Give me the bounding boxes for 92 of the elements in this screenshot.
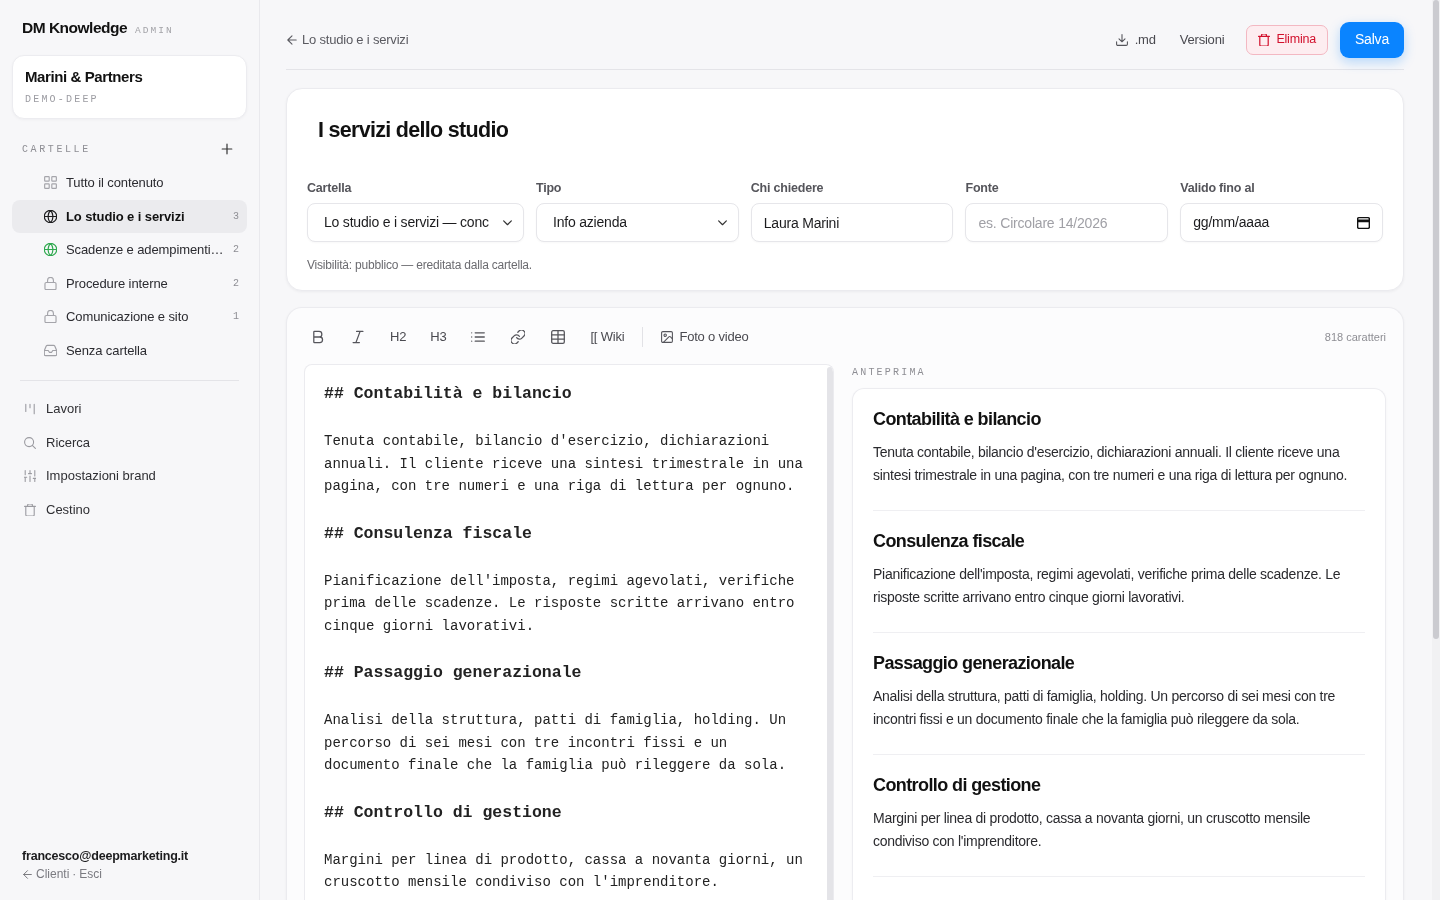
table-icon: [551, 330, 566, 344]
nav-item[interactable]: Ricerca: [12, 425, 247, 460]
grid-icon: [44, 176, 57, 190]
wiki-link-button[interactable]: [[ Wiki: [584, 323, 631, 351]
sliders-icon: [24, 470, 36, 483]
page-scrollbar[interactable]: [1432, 0, 1440, 900]
document-title: I servizi dello studio: [318, 117, 509, 143]
preview-paragraph: Analisi della struttura, patti di famiglia, holding. Un percorso di sei mesi con tre incontri fissi e un documento finale che la famiglia può rileggere da sola.: [873, 687, 1337, 729]
workspace-name: Marini & Partners: [25, 68, 143, 85]
nav-item[interactable]: Impostazioni brand: [12, 459, 247, 494]
back-link[interactable]: Lo studio e i servizi: [286, 29, 409, 50]
calendar-icon: [1357, 216, 1370, 229]
user-email: francesco@deepmarketing.it: [22, 849, 189, 863]
preview-heading: Passaggio generazionale: [873, 652, 1075, 675]
field-label: Chi chiedere: [750, 181, 824, 195]
folder-item[interactable]: Lo studio e i servizi 3: [12, 199, 247, 233]
download-icon: [1115, 33, 1128, 46]
character-count: 818 caratteri: [1324, 329, 1386, 345]
plus-icon: [221, 143, 233, 155]
delete-button[interactable]: Elimina: [1246, 24, 1328, 55]
media-button[interactable]: Foto o video: [655, 323, 755, 351]
section-label: CARTELLE: [22, 142, 91, 157]
image-icon: [661, 331, 674, 343]
add-folder-button[interactable]: [221, 143, 233, 155]
preview-label: ANTEPRIMA: [852, 367, 926, 378]
date-field[interactable]: gg/mm/aaaa: [1180, 203, 1383, 242]
role-label: ADMIN: [135, 24, 174, 38]
preview-paragraph: Margini per linea di prodotto, cassa a novanta giorni, un cruscotto mensile condiviso con l'imprenditore.: [873, 809, 1312, 851]
folder-item[interactable]: Senza cartella: [12, 333, 247, 367]
dropdown-field[interactable]: Info azienda: [535, 203, 739, 242]
bars-icon: [24, 402, 36, 415]
trash-icon: [1258, 33, 1271, 46]
globe-icon: [44, 209, 57, 223]
chevron-down-icon: [716, 217, 728, 228]
preview-paragraph: Pianificazione dell'imposta, regimi agevolati, verifiche prima delle scadenze. Le risposte scritte arrivano entro cinque giorni lavorativi.: [873, 565, 1342, 607]
lock-icon: [44, 276, 57, 290]
arrow-left-icon: [22, 868, 33, 880]
folder-item[interactable]: Scadenze e adempimenti… 2: [12, 233, 247, 267]
workspace-code: DEMO-DEEP: [25, 94, 99, 105]
field-label: Fonte: [965, 181, 999, 195]
markdown-heading: ## Passaggio generazionale: [324, 662, 582, 684]
heading-button[interactable]: H3: [424, 323, 453, 351]
folder-count: 3: [233, 209, 239, 224]
tray-icon: [44, 343, 57, 357]
folder-count: 1: [233, 310, 239, 325]
markdown-paragraph: Pianificazione dell'imposta, regimi agevolati, verifiche prima delle scadenze. Le risposte scritte arrivano entro cinque giorni lavorativi.: [324, 571, 796, 636]
markdown-paragraph: Tenuta contabile, bilancio d'esercizio, dichiarazioni annuali. Il cliente riceve una sintesi trimestrale in una pagina, con tre numeri e una riga di lettura per ognuno.: [324, 432, 804, 496]
markdown-paragraph: Analisi della struttura, patti di famiglia, holding. Un percorso di sei mesi con tre incontri fissi e un documento finale che la famiglia può rileggere da sola.: [324, 711, 788, 775]
trash-icon: [24, 503, 36, 516]
footer-link[interactable]: Clienti: [36, 865, 70, 883]
scrollbar-thumb[interactable]: [1433, 0, 1439, 639]
text-field[interactable]: es. Circolare 14/2026: [965, 203, 1169, 242]
link-separator: ·: [72, 866, 77, 883]
folder-item[interactable]: Procedure interne 2: [12, 266, 247, 300]
markdown-paragraph: Margini per linea di prodotto, cassa a novanta giorni, un cruscotto mensile condiviso con l'imprenditore.: [324, 850, 804, 892]
lock-icon: [44, 310, 57, 324]
bold-icon: [311, 330, 325, 344]
link-icon: [511, 330, 526, 344]
footer-link[interactable]: Esci: [79, 865, 103, 883]
markdown-heading: ## Consulenza fiscale: [324, 522, 532, 545]
preview-paragraph: Tenuta contabile, bilancio d'esercizio, dichiarazioni annuali. Il cliente riceve una sintesi trimestrale in una pagina, con tre numeri e una riga di lettura per ognuno.: [873, 443, 1349, 485]
markdown-editor[interactable]: [304, 364, 834, 900]
chevron-down-icon: [501, 217, 513, 228]
nav-item[interactable]: Lavori: [12, 392, 247, 426]
markdown-heading: ## Contabilità e bilancio: [324, 383, 572, 405]
italic-icon: [351, 330, 365, 344]
download-button[interactable]: .md: [1105, 24, 1166, 55]
field-label: Cartella: [307, 181, 352, 195]
app-name: DM Knowledge: [22, 18, 128, 38]
preview-heading: Controllo di gestione: [873, 774, 1041, 797]
folder-count: 2: [233, 243, 239, 258]
globe-icon: [44, 243, 57, 257]
editor-scrollbar[interactable]: [827, 367, 833, 900]
text-field[interactable]: Laura Marini: [750, 203, 954, 242]
visibility-note: Visibilità: pubblico — ereditata dalla cartella.: [307, 258, 532, 272]
folder-count: 2: [233, 276, 239, 291]
preview-heading: Consulenza fiscale: [873, 530, 1025, 553]
save-button[interactable]: Salva: [1339, 21, 1404, 58]
list-icon: [471, 330, 486, 344]
arrow-left-icon: [286, 33, 298, 46]
workspace-card[interactable]: Marini & Partners DEMO-DEEP: [12, 55, 247, 119]
nav-item[interactable]: Cestino: [12, 493, 247, 527]
preview-heading: Contabilità e bilancio: [873, 408, 1041, 431]
dropdown-field[interactable]: Lo studio e i servizi — conc: [307, 203, 524, 242]
search-icon: [24, 436, 36, 449]
markdown-heading: ## Controllo di gestione: [324, 801, 562, 824]
field-label: Tipo: [535, 181, 562, 195]
heading-button[interactable]: H2: [384, 323, 413, 351]
folder-item[interactable]: Comunicazione e sito 1: [12, 300, 247, 334]
folder-item[interactable]: Tutto il contenuto: [12, 166, 247, 200]
field-label: Valido fino al: [1180, 181, 1255, 195]
versions-button[interactable]: Versioni: [1167, 24, 1237, 55]
